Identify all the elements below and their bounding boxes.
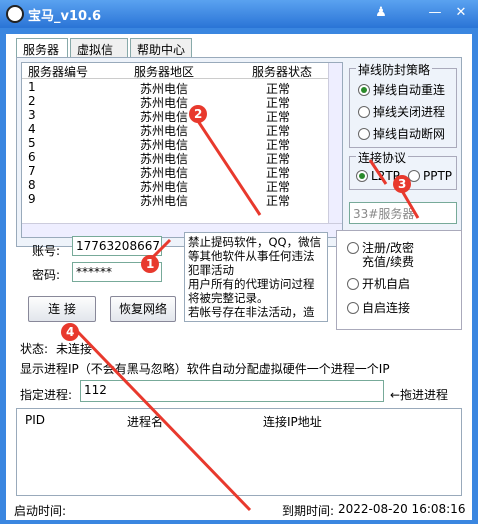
col-pid[interactable]: PID bbox=[25, 413, 45, 427]
strategy-close-process-radio[interactable]: 掉线关闭进程 bbox=[358, 103, 445, 120]
server-list[interactable]: 服务器编号 服务器地区 服务器状态 1 苏州电信 正常 2 苏州电信 正常 3 苏州电信 正常 4… bbox=[21, 62, 343, 238]
account-options-group: 注册/改密 充值/续费 开机自启 自启连接 bbox=[336, 230, 462, 330]
title-bar[interactable]: 宝马_v10.6 ♟ — ✕ bbox=[0, 0, 478, 28]
cell-id: 8 bbox=[28, 178, 36, 192]
minimize-button[interactable]: — bbox=[426, 4, 444, 22]
cell-id: 5 bbox=[28, 136, 36, 150]
radio-on-icon bbox=[358, 84, 370, 96]
app-window: 宝马_v10.6 ♟ — ✕ 服务器 虚拟信息 帮助中心 服务器编号 服务器地区… bbox=[0, 0, 478, 524]
table-row[interactable]: 4 苏州电信 正常 bbox=[22, 122, 330, 138]
tab-help-center[interactable]: 帮助中心 bbox=[130, 38, 192, 58]
process-list[interactable]: PID 进程名 连接IP地址 bbox=[16, 408, 462, 496]
add-process-button[interactable]: ←拖进进程 bbox=[390, 386, 448, 403]
table-row[interactable]: 5 苏州电信 正常 bbox=[22, 136, 330, 152]
col-server-region[interactable]: 服务器地区 bbox=[134, 63, 194, 80]
expire-time-value: 2022-08-20 16:08:16 bbox=[338, 502, 466, 516]
tab-server[interactable]: 服务器 bbox=[16, 38, 68, 58]
cell-status: 正常 bbox=[266, 194, 291, 208]
col-server-status[interactable]: 服务器状态 bbox=[252, 63, 312, 80]
checkbox-icon bbox=[347, 302, 359, 314]
table-row[interactable]: 7 苏州电信 正常 bbox=[22, 164, 330, 180]
cell-id: 4 bbox=[28, 122, 36, 136]
cell-id: 3 bbox=[28, 108, 36, 122]
info-line: 显示进程IP（不会有黑马忽略）软件自动分配虚拟硬件一个进程一个IP bbox=[20, 362, 390, 376]
password-label: 密码: bbox=[32, 268, 61, 282]
restore-network-button[interactable]: 恢复网络 bbox=[110, 296, 176, 322]
radio-off-icon bbox=[408, 170, 420, 182]
autoconnect-checkbox[interactable]: 自启连接 bbox=[347, 299, 410, 316]
server-list-header: 服务器编号 服务器地区 服务器状态 bbox=[22, 63, 330, 79]
radio-off-icon bbox=[358, 106, 370, 118]
radio-off-icon bbox=[347, 242, 359, 254]
table-row[interactable]: 9 苏州电信 正常 bbox=[22, 192, 330, 208]
account-label: 账号: bbox=[32, 244, 61, 258]
process-input[interactable]: 112 bbox=[80, 380, 384, 402]
col-server-id[interactable]: 服务器编号 bbox=[28, 63, 88, 80]
start-time-label: 启动时间: bbox=[14, 504, 67, 518]
strategy-reconnect-radio[interactable]: 掉线自动重连 bbox=[358, 81, 445, 98]
notice-text: 禁止提码软件，QQ，微信等其他软件从事任何违法犯罪活动 用户所有的代理访问过程将… bbox=[184, 232, 328, 322]
strategy-group: 掉线防封策略 掉线自动重连 掉线关闭进程 掉线自动断网 bbox=[349, 61, 457, 148]
account-input[interactable]: 17763208667 bbox=[72, 236, 162, 256]
cell-id: 7 bbox=[28, 164, 36, 178]
table-row[interactable]: 1 苏州电信 正常 bbox=[22, 80, 330, 96]
protocol-title: 连接协议 bbox=[356, 149, 409, 166]
window-title: 宝马_v10.6 bbox=[28, 9, 102, 24]
selected-server-field[interactable]: 33#服务器 bbox=[349, 202, 457, 224]
table-row[interactable]: 2 苏州电信 正常 bbox=[22, 94, 330, 110]
strategy-title: 掉线防封策略 bbox=[356, 61, 433, 78]
protocol-pptp-radio[interactable]: PPTP bbox=[408, 169, 452, 183]
process-label: 指定进程: bbox=[20, 388, 73, 402]
status-bar: 启动时间: 到期时间: 2022-08-20 16:08:16 bbox=[6, 498, 472, 520]
protocol-group: 连接协议 L2TP PPTP bbox=[349, 149, 457, 190]
server-panel: 服务器编号 服务器地区 服务器状态 1 苏州电信 正常 2 苏州电信 正常 3 苏州电信 正常 4… bbox=[16, 57, 462, 247]
password-input[interactable]: ****** bbox=[72, 262, 162, 282]
expire-time-label: 到期时间: bbox=[282, 504, 335, 518]
radio-on-icon bbox=[356, 170, 368, 182]
col-ip[interactable]: 连接IP地址 bbox=[263, 413, 322, 430]
bmw-logo-icon bbox=[6, 5, 24, 23]
tab-virtual-info[interactable]: 虚拟信息 bbox=[70, 38, 128, 74]
register-radio[interactable]: 注册/改密 充值/续费 bbox=[347, 241, 414, 269]
cell-region: 苏州电信 bbox=[140, 194, 189, 208]
table-row[interactable]: 3 苏州电信 正常 bbox=[22, 108, 330, 124]
cell-id: 2 bbox=[28, 94, 36, 108]
cell-id: 9 bbox=[28, 192, 36, 206]
autostart-checkbox[interactable]: 开机自启 bbox=[347, 275, 410, 292]
radio-off-icon bbox=[358, 128, 370, 140]
checkbox-icon bbox=[347, 278, 359, 290]
close-button[interactable]: ✕ bbox=[452, 4, 470, 22]
table-row[interactable]: 6 苏州电信 正常 bbox=[22, 150, 330, 166]
connect-button[interactable]: 连 接 bbox=[28, 296, 96, 322]
skin-icon[interactable]: ♟ bbox=[372, 4, 390, 22]
cell-id: 6 bbox=[28, 150, 36, 164]
col-process-name[interactable]: 进程名 bbox=[127, 413, 163, 430]
client-area: 服务器 虚拟信息 帮助中心 服务器编号 服务器地区 服务器状态 1苏州电信正常2… bbox=[6, 34, 472, 520]
protocol-l2tp-radio[interactable]: L2TP bbox=[356, 169, 400, 183]
cell-id: 1 bbox=[28, 80, 36, 94]
strategy-disconnect-radio[interactable]: 掉线自动断网 bbox=[358, 125, 445, 142]
status-label: 状态: bbox=[20, 342, 49, 356]
status-value: 未连接 bbox=[56, 342, 93, 356]
server-list-vscroll[interactable] bbox=[328, 63, 342, 223]
table-row[interactable]: 8 苏州电信 正常 bbox=[22, 178, 330, 194]
